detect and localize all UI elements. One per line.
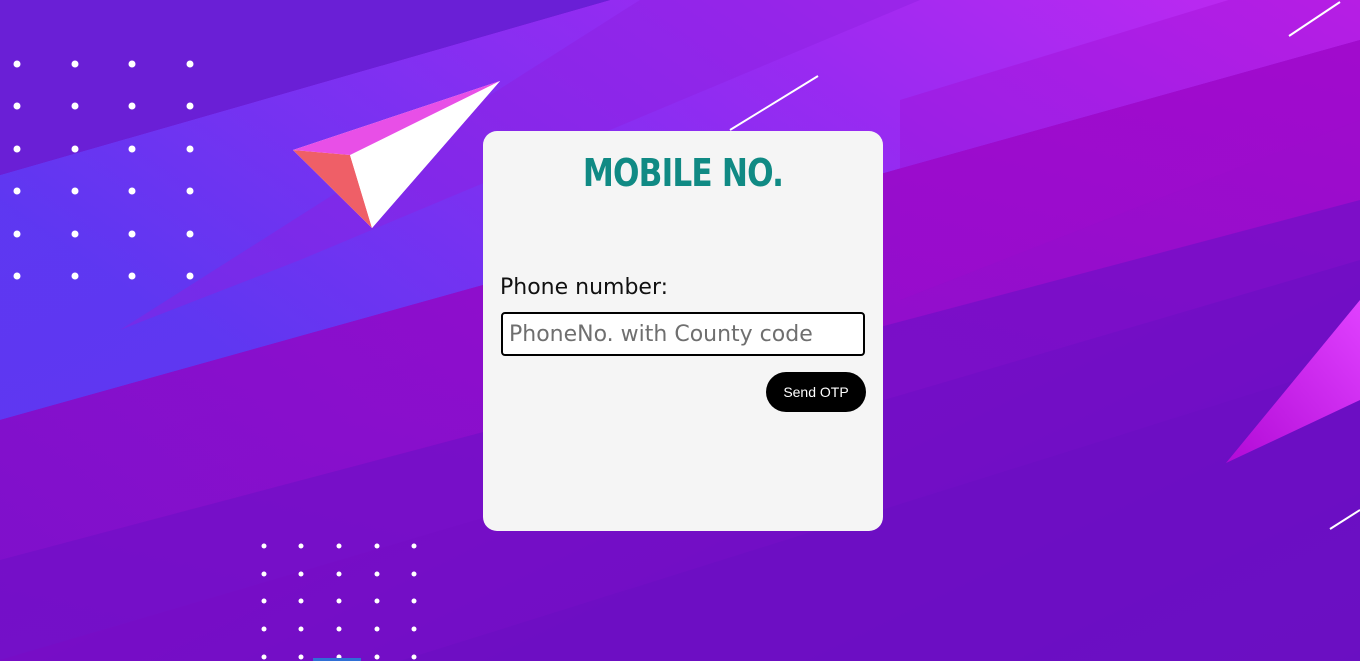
card-title: MOBILE NO.: [582, 151, 784, 195]
phone-login-card: MOBILE NO. Phone number: Send OTP: [483, 131, 883, 531]
phone-number-input[interactable]: [501, 312, 865, 356]
phone-number-label: Phone number:: [500, 275, 669, 300]
send-otp-button[interactable]: Send OTP: [766, 372, 866, 412]
